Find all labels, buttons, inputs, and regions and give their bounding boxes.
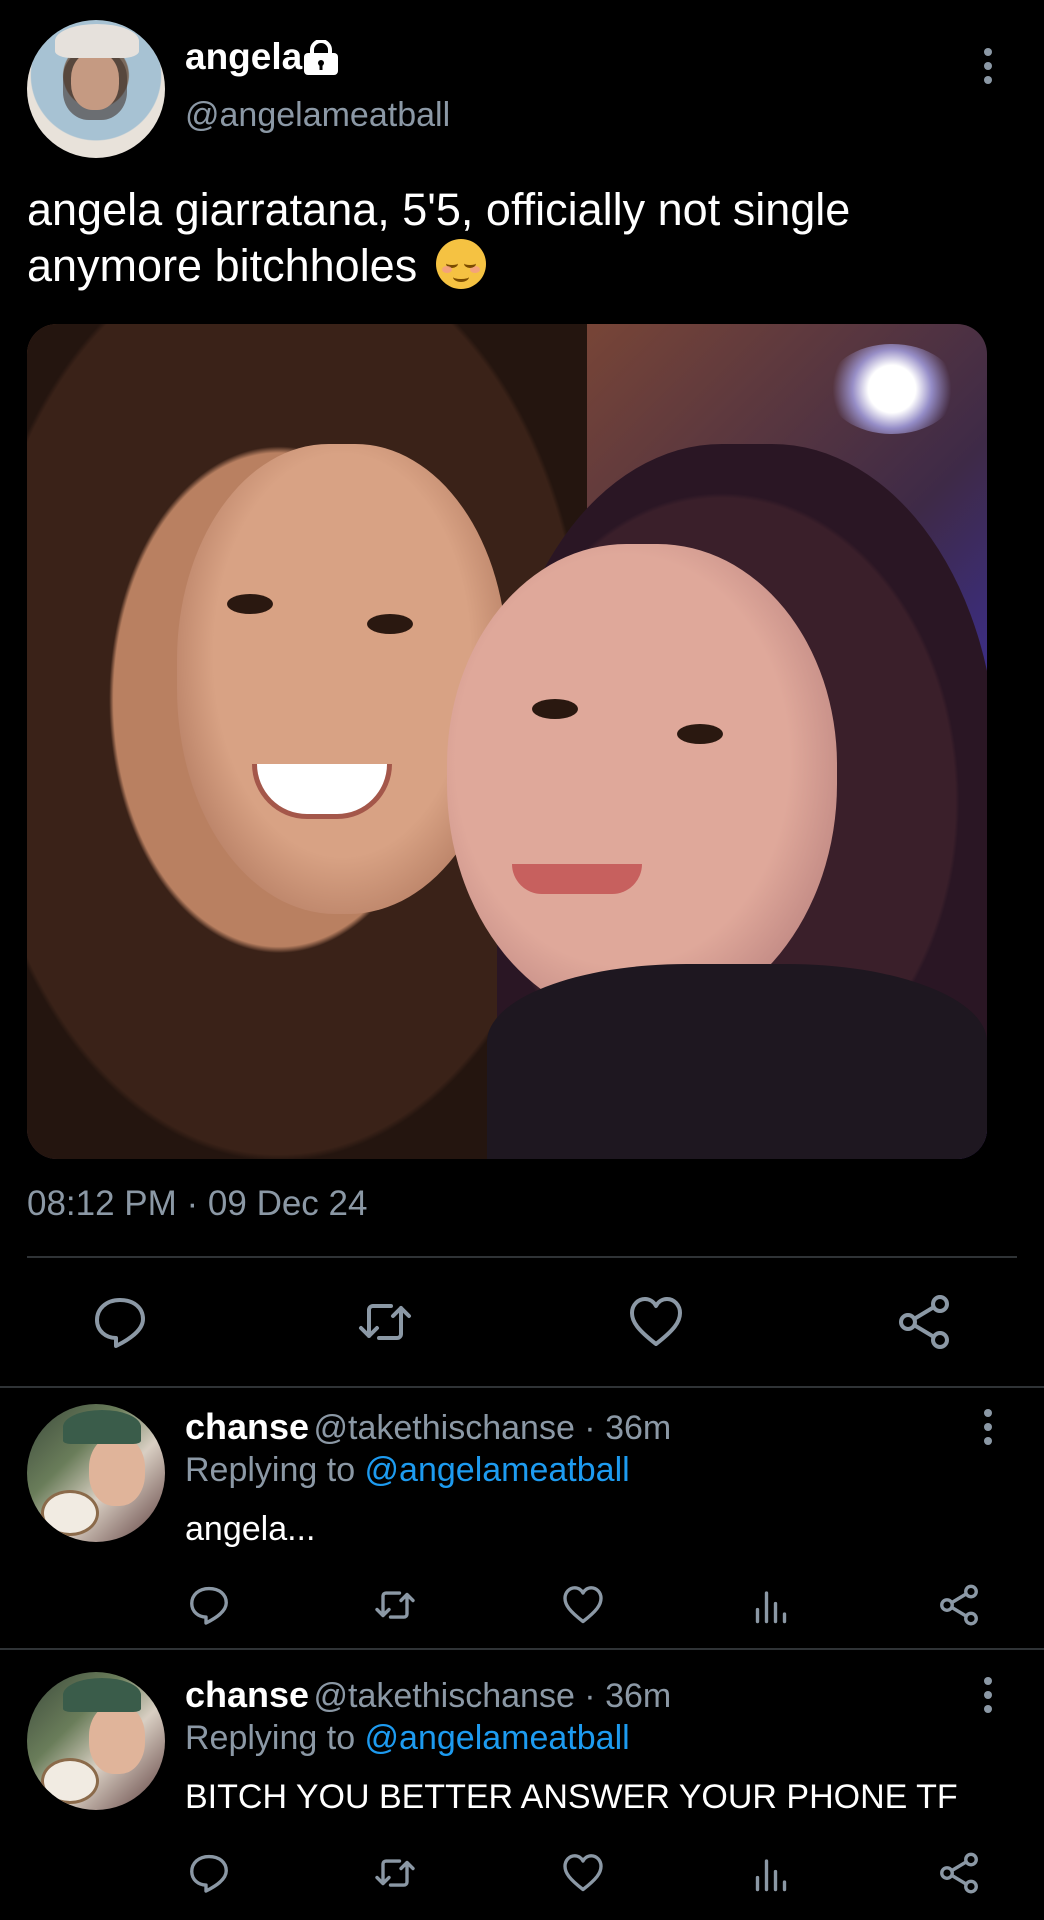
tweet-timestamp: 08:12 PM · 09 Dec 24 [27, 1184, 368, 1223]
photo-eye [227, 594, 273, 614]
analytics-icon[interactable] [750, 1852, 792, 1894]
replying-to: Replying to @angelameatball [185, 1451, 630, 1490]
replying-to-label: Replying to [185, 1719, 365, 1757]
reply-avatar[interactable] [27, 1404, 165, 1542]
reply-icon[interactable] [92, 1294, 148, 1350]
more-options-icon[interactable] [978, 1675, 998, 1715]
photo-eye [367, 614, 413, 634]
analytics-icon[interactable] [750, 1584, 792, 1626]
retweet-icon[interactable] [357, 1294, 413, 1350]
like-icon[interactable] [628, 1294, 684, 1350]
share-icon[interactable] [896, 1294, 952, 1350]
avatar-cap [63, 1678, 141, 1712]
tweet-text: angela giarratana, 5'5, officially not s… [27, 182, 1007, 294]
more-options-icon[interactable] [978, 1407, 998, 1447]
reply-handle-time[interactable]: @takethischanse · 36m [314, 1409, 672, 1447]
more-options-icon[interactable] [978, 46, 998, 86]
avatar-face [89, 1436, 145, 1506]
reply-header: chanse @takethischanse · 36m [185, 1406, 671, 1448]
reply-icon[interactable] [188, 1852, 230, 1894]
avatar[interactable] [27, 20, 165, 158]
like-icon[interactable] [562, 1852, 604, 1894]
reply-avatar[interactable] [27, 1672, 165, 1810]
replying-to-mention[interactable]: @angelameatball [365, 1719, 630, 1757]
like-icon[interactable] [562, 1584, 604, 1626]
avatar-hat [55, 24, 139, 58]
replying-to-mention[interactable]: @angelameatball [365, 1451, 630, 1489]
divider [0, 1648, 1044, 1650]
avatar-coffee-cup [41, 1758, 99, 1804]
share-icon[interactable] [938, 1584, 980, 1626]
avatar-face [71, 52, 119, 110]
reply-icon[interactable] [188, 1584, 230, 1626]
reply-text: BITCH YOU BETTER ANSWER YOUR PHONE TF [185, 1778, 958, 1816]
avatar-cap [63, 1410, 141, 1444]
replying-to: Replying to @angelameatball [185, 1719, 630, 1758]
photo-light [827, 344, 957, 434]
photo-eye [532, 699, 578, 719]
share-icon[interactable] [938, 1852, 980, 1894]
reply-author-name[interactable]: chanse [185, 1406, 309, 1447]
retweet-icon[interactable] [374, 1852, 416, 1894]
avatar-coffee-cup [41, 1490, 99, 1536]
tweet-photo[interactable] [27, 324, 987, 1159]
lock-icon [304, 40, 338, 75]
avatar-face [89, 1704, 145, 1774]
photo-eye [677, 724, 723, 744]
photo-person-right-face [447, 544, 837, 1024]
reply-author-name[interactable]: chanse [185, 1674, 309, 1715]
replying-to-label: Replying to [185, 1451, 365, 1489]
divider [27, 1256, 1017, 1258]
relieved-face-emoji [435, 239, 486, 289]
divider [0, 1386, 1044, 1388]
reply-text: angela... [185, 1510, 316, 1548]
reply-handle-time[interactable]: @takethischanse · 36m [314, 1677, 672, 1715]
author-name[interactable]: angela [185, 36, 302, 78]
photo-smile [512, 864, 642, 894]
retweet-icon[interactable] [374, 1584, 416, 1626]
photo-person-right-coat [487, 964, 987, 1159]
reply-header: chanse @takethischanse · 36m [185, 1674, 671, 1716]
author-handle[interactable]: @angelameatball [185, 96, 450, 135]
